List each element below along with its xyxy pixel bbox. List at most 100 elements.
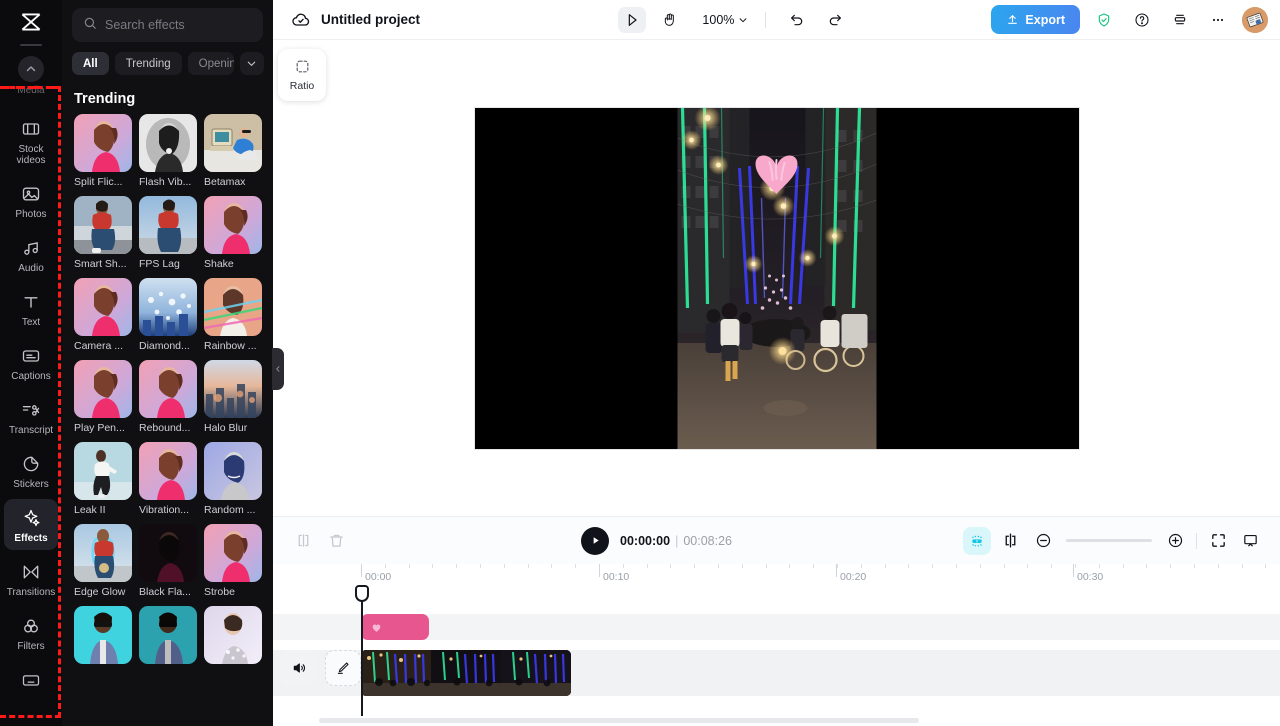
effect-card[interactable] <box>139 606 197 668</box>
split-clip-icon[interactable] <box>996 527 1024 555</box>
cloud-check-icon[interactable] <box>291 10 311 30</box>
question-circle-icon[interactable] <box>1128 7 1156 33</box>
zoom-slider[interactable] <box>1066 539 1152 542</box>
effect-card[interactable]: Diamond... <box>139 278 197 352</box>
sidebar-item-audio[interactable]: Audio <box>4 229 58 280</box>
cursor-arrow-icon[interactable] <box>618 7 646 33</box>
sidebar-item-stock-videos[interactable]: Stock videos <box>4 110 58 172</box>
effect-card[interactable]: Rainbow ... <box>204 278 262 352</box>
ellipsis-icon[interactable] <box>1204 7 1232 33</box>
sidebar-item-stickers[interactable]: Stickers <box>4 445 58 496</box>
effect-card[interactable]: Vibration... <box>139 442 197 516</box>
effect-card[interactable]: Shake <box>204 196 262 270</box>
effect-card[interactable]: Random ... <box>204 442 262 516</box>
zoom-level-selector[interactable]: 100% <box>702 13 748 27</box>
effect-card[interactable]: Black Fla... <box>139 524 197 598</box>
sidebar-item-label: Filters <box>17 641 44 652</box>
ruler-tick <box>480 564 481 568</box>
effect-card[interactable]: FPS Lag <box>139 196 197 270</box>
search-box[interactable] <box>72 8 263 42</box>
effect-thumbnail[interactable] <box>74 278 132 336</box>
effect-card[interactable]: Rebound... <box>139 360 197 434</box>
effect-thumbnail[interactable] <box>139 606 197 664</box>
auto-cut-ai-icon[interactable] <box>963 527 991 555</box>
effect-thumbnail[interactable] <box>139 114 197 172</box>
plus-circle-icon[interactable] <box>1161 527 1189 555</box>
sidebar-item-text[interactable]: Text <box>4 283 58 334</box>
volume-icon[interactable] <box>281 650 317 686</box>
effect-thumbnail[interactable] <box>139 360 197 418</box>
effect-card[interactable] <box>74 606 132 668</box>
effect-card[interactable]: Edge Glow <box>74 524 132 598</box>
sidebar-item-media[interactable]: Media <box>0 52 62 96</box>
shield-check-icon[interactable] <box>1090 7 1118 33</box>
filters-circles-icon <box>20 615 42 637</box>
effect-card[interactable]: Split Flic... <box>74 114 132 188</box>
effect-thumbnail[interactable] <box>204 196 262 254</box>
monitor-icon[interactable] <box>1236 527 1264 555</box>
sidebar-item-captions[interactable]: Captions <box>4 337 58 388</box>
sidebar-item-transcript[interactable]: Transcript <box>4 391 58 442</box>
trash-icon[interactable] <box>322 527 350 555</box>
effect-thumbnail[interactable] <box>139 278 197 336</box>
sidebar-item-transitions[interactable]: Transitions <box>4 553 58 604</box>
effect-card[interactable] <box>204 606 262 668</box>
effect-card[interactable]: Strobe <box>204 524 262 598</box>
hand-icon[interactable] <box>656 7 684 33</box>
effect-card[interactable]: Camera ... <box>74 278 132 352</box>
effect-thumbnail[interactable] <box>204 360 262 418</box>
playhead-handle[interactable] <box>355 585 369 602</box>
effect-thumbnail[interactable] <box>139 442 197 500</box>
pen-edit-icon[interactable] <box>325 650 361 686</box>
effect-thumbnail[interactable] <box>204 114 262 172</box>
sidebar-item-label: Captions <box>11 371 50 382</box>
timeline-ruler[interactable]: 00:0000:1000:2000:30 <box>273 564 1280 586</box>
timeline-horizontal-scrollbar[interactable] <box>319 718 919 723</box>
video-clip[interactable] <box>361 650 571 696</box>
effect-card[interactable]: Play Pen... <box>74 360 132 434</box>
effect-thumbnail[interactable] <box>74 442 132 500</box>
video-canvas[interactable] <box>475 108 1079 449</box>
undo-arrow-icon[interactable] <box>783 7 811 33</box>
effect-thumbnail[interactable] <box>74 360 132 418</box>
minus-circle-icon[interactable] <box>1029 527 1057 555</box>
effect-thumbnail[interactable] <box>204 606 262 664</box>
effect-card[interactable]: Halo Blur <box>204 360 262 434</box>
fullscreen-brackets-icon[interactable] <box>1204 527 1232 555</box>
sidebar-item-photos[interactable]: Photos <box>4 175 58 226</box>
chevron-down-icon[interactable] <box>240 52 264 75</box>
effect-thumbnail[interactable] <box>74 196 132 254</box>
panel-collapse-handle[interactable] <box>272 348 284 390</box>
effect-thumbnail[interactable] <box>74 524 132 582</box>
effect-thumbnail[interactable] <box>74 606 132 664</box>
project-title[interactable]: Untitled project <box>321 12 420 27</box>
stack-icon[interactable] <box>1166 7 1194 33</box>
search-input[interactable] <box>105 18 252 32</box>
effect-card[interactable]: Betamax <box>204 114 262 188</box>
split-icon[interactable] <box>289 527 317 555</box>
effect-card[interactable]: Leak II <box>74 442 132 516</box>
effect-thumbnail[interactable] <box>204 278 262 336</box>
effect-thumbnail[interactable] <box>139 196 197 254</box>
export-button[interactable]: Export <box>991 5 1080 34</box>
heart-sticker-clip[interactable] <box>361 614 429 640</box>
avatar[interactable] <box>1242 7 1268 33</box>
playhead[interactable] <box>361 586 363 716</box>
film-strip-icon <box>20 118 42 140</box>
effect-thumbnail[interactable] <box>204 524 262 582</box>
ruler-tick <box>647 564 648 568</box>
effect-thumbnail[interactable] <box>139 524 197 582</box>
sidebar-item-keyboard[interactable] <box>4 661 58 701</box>
effect-thumbnail[interactable] <box>204 442 262 500</box>
sidebar-item-effects[interactable]: Effects <box>4 499 58 550</box>
play-button[interactable] <box>581 527 609 555</box>
chip-opening[interactable]: Opening <box>188 52 234 75</box>
chip-trending[interactable]: Trending <box>115 52 182 75</box>
redo-arrow-icon[interactable] <box>821 7 849 33</box>
chip-all[interactable]: All <box>72 52 109 75</box>
effect-thumbnail[interactable] <box>74 114 132 172</box>
sidebar-item-filters[interactable]: Filters <box>4 607 58 658</box>
effect-card[interactable]: Flash Vib... <box>139 114 197 188</box>
capcut-logo-icon[interactable] <box>0 0 62 44</box>
effect-card[interactable]: Smart Sh... <box>74 196 132 270</box>
